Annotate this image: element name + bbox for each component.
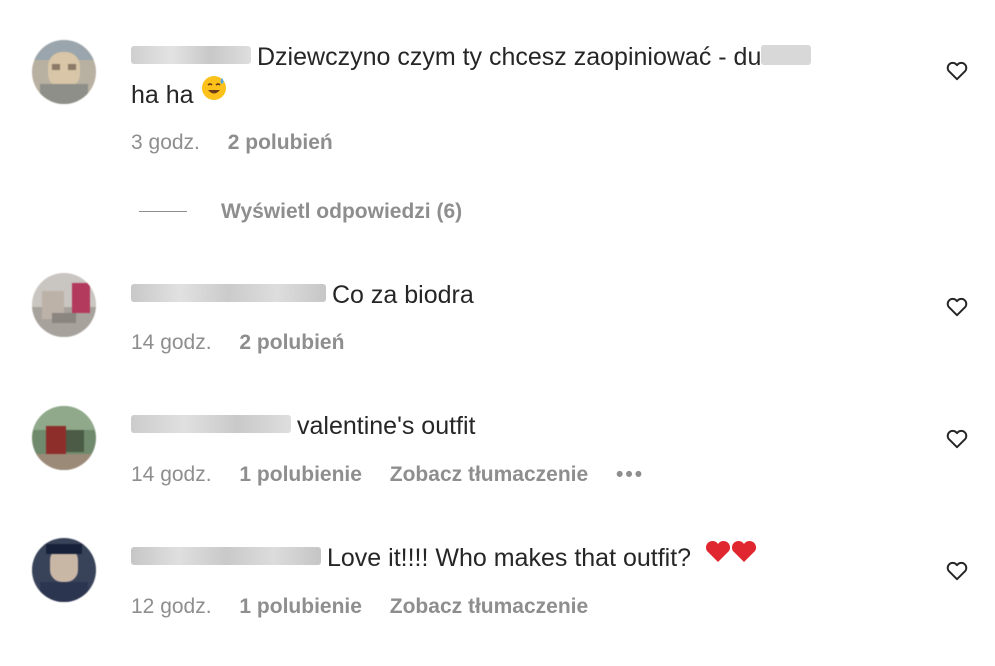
- like-heart-icon[interactable]: [944, 293, 970, 319]
- like-heart-icon[interactable]: [944, 557, 970, 583]
- likes-count[interactable]: 2 polubień: [228, 131, 333, 154]
- see-translation-link[interactable]: Zobacz tłumaczenie: [390, 463, 588, 486]
- avatar[interactable]: [32, 538, 96, 602]
- username-blurred[interactable]: [131, 284, 326, 303]
- comment-text: Co za biodra: [131, 276, 891, 314]
- like-heart-icon[interactable]: [944, 57, 970, 83]
- like-heart-icon[interactable]: [944, 425, 970, 451]
- username-blurred[interactable]: [131, 547, 321, 566]
- avatar[interactable]: [32, 406, 96, 470]
- likes-count[interactable]: 1 polubienie: [239, 463, 362, 486]
- comment-meta: 14 godz. 1 polubienie Zobacz tłumaczenie…: [131, 463, 666, 487]
- more-options-icon[interactable]: •••: [616, 463, 644, 486]
- comment-text: Dziewczyno czym ty chcesz zaopiniować - …: [131, 38, 891, 115]
- comment-time: 3 godz.: [131, 131, 200, 154]
- comment-meta: 14 godz. 2 polubień: [131, 331, 366, 355]
- comment-meta: 12 godz. 1 polubienie Zobacz tłumaczenie: [131, 595, 610, 619]
- smiling-face-with-sweat-emoji: [201, 74, 227, 112]
- likes-count[interactable]: 2 polubień: [239, 331, 344, 354]
- comment-time: 12 godz.: [131, 595, 212, 618]
- avatar[interactable]: [32, 40, 96, 104]
- username-blurred[interactable]: [131, 415, 291, 434]
- two-red-hearts-emoji: [704, 537, 760, 575]
- likes-count[interactable]: 1 polubienie: [239, 595, 362, 618]
- comment-text: Love it!!!! Who makes that outfit?: [131, 539, 891, 578]
- comment-time: 14 godz.: [131, 463, 212, 486]
- comment-meta: 3 godz. 2 polubień: [131, 131, 355, 155]
- comment-time: 14 godz.: [131, 331, 212, 354]
- username-blurred[interactable]: [131, 46, 251, 65]
- view-replies-button[interactable]: Wyświetl odpowiedzi (6): [139, 200, 462, 224]
- avatar[interactable]: [32, 273, 96, 337]
- see-translation-link[interactable]: Zobacz tłumaczenie: [390, 595, 588, 618]
- comment-text: valentine's outfit: [131, 407, 891, 445]
- replies-divider: [139, 210, 187, 213]
- blurred-text: [761, 45, 812, 66]
